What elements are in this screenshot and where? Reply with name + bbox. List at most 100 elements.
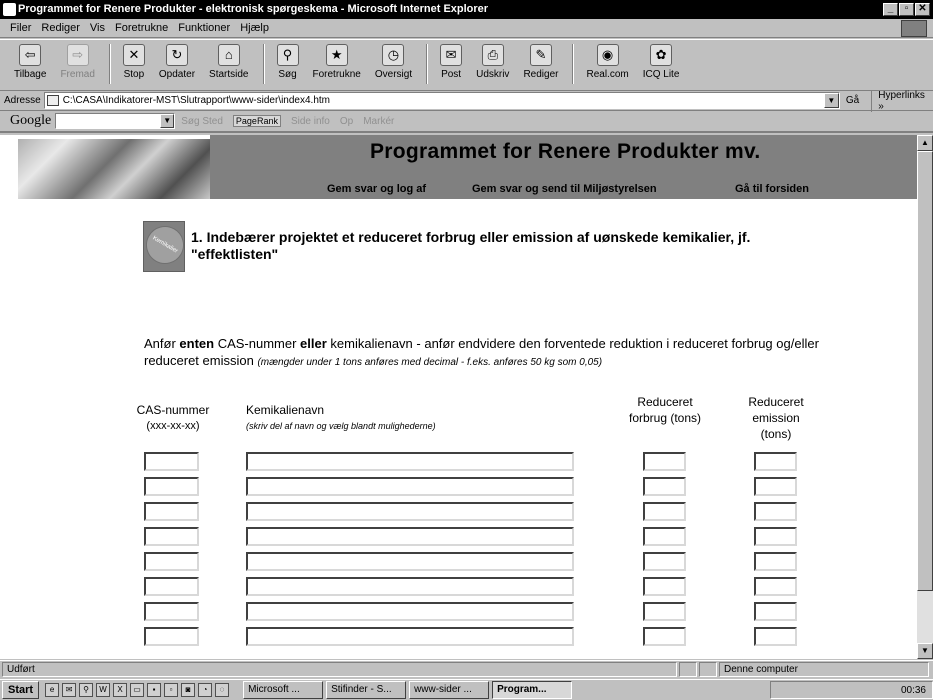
forbrug-input[interactable] xyxy=(643,452,686,471)
emission-input[interactable] xyxy=(754,552,797,571)
address-value: C:\CASA\Indikatorer-MST\Slutrapport\www-… xyxy=(62,95,330,106)
scroll-down-icon[interactable]: ▼ xyxy=(917,643,933,659)
toolbar-stop-button[interactable]: ✕ Stop xyxy=(122,44,145,80)
menu-edit[interactable]: Rediger xyxy=(41,22,80,34)
home-link[interactable]: Gå til forsiden xyxy=(735,183,809,195)
emission-input[interactable] xyxy=(754,452,797,471)
cas-input[interactable] xyxy=(144,477,199,496)
cas-input[interactable] xyxy=(144,527,199,546)
chemical-name-input[interactable] xyxy=(246,602,574,621)
forbrug-input[interactable] xyxy=(643,477,686,496)
google-search-input[interactable]: ▼ xyxy=(55,113,176,129)
emission-input[interactable] xyxy=(754,577,797,596)
quicklaunch-app-icon[interactable]: ◔ xyxy=(198,683,213,697)
forbrug-input[interactable] xyxy=(643,502,686,521)
save-send-link[interactable]: Gem svar og send til Miljøstyrelsen xyxy=(472,183,657,195)
emission-input[interactable] xyxy=(754,502,797,521)
emission-input[interactable] xyxy=(754,602,797,621)
cas-input[interactable] xyxy=(144,577,199,596)
toolbar-mail-button[interactable]: ✉ Post xyxy=(440,44,463,80)
toolbar-search-button[interactable]: ⚲ Søg xyxy=(276,44,299,80)
emission-input[interactable] xyxy=(754,477,797,496)
toolbar-favorites-button[interactable]: ★ Foretrukne xyxy=(313,44,361,80)
address-dropdown-icon[interactable]: ▼ xyxy=(823,93,839,108)
toolbar-history-button[interactable]: ◷ Oversigt xyxy=(375,44,412,80)
quicklaunch-outlook-icon[interactable]: ✉ xyxy=(62,683,77,697)
chemical-name-input[interactable] xyxy=(246,452,574,471)
toolbar-refresh-button[interactable]: ↻ Opdater xyxy=(159,44,195,80)
maximize-button[interactable]: ▫ xyxy=(899,3,914,16)
toolbar-print-button[interactable]: ⎙ Udskriv xyxy=(476,44,509,80)
chemical-name-input[interactable] xyxy=(246,577,574,596)
dropdown-icon[interactable]: ▼ xyxy=(160,114,175,128)
address-input[interactable]: C:\CASA\Indikatorer-MST\Slutrapport\www-… xyxy=(43,92,840,109)
minimize-button[interactable]: _ xyxy=(883,3,898,16)
menu-favorites[interactable]: Foretrukne xyxy=(115,22,168,34)
google-page-info[interactable]: Side info xyxy=(291,116,330,127)
quicklaunch-excel-icon[interactable]: X xyxy=(113,683,128,697)
quicklaunch-word-icon[interactable]: W xyxy=(96,683,111,697)
scroll-up-icon[interactable]: ▲ xyxy=(917,135,933,151)
toolbar-realcom-button[interactable]: ◉ Real.com xyxy=(586,44,629,80)
status-cell xyxy=(679,661,697,677)
ie-icon xyxy=(3,3,16,16)
menu-file[interactable]: Filer xyxy=(10,22,31,34)
close-button[interactable]: ✕ xyxy=(915,3,930,16)
forbrug-input[interactable] xyxy=(643,627,686,646)
page-title: Programmet for Renere Produkter mv. xyxy=(370,140,761,163)
forbrug-input[interactable] xyxy=(643,577,686,596)
forbrug-input[interactable] xyxy=(643,552,686,571)
mail-icon: ✉ xyxy=(440,44,463,66)
quicklaunch-desktop-icon[interactable]: ▭ xyxy=(130,683,145,697)
google-highlight[interactable]: Markér xyxy=(363,116,394,127)
cas-input[interactable] xyxy=(144,552,199,571)
toolbar-icq-button[interactable]: ✿ ICQ Lite xyxy=(643,44,679,80)
menu-view[interactable]: Vis xyxy=(90,22,105,34)
hyperlinks-button[interactable]: Hyperlinks » xyxy=(871,89,933,112)
chemical-name-input[interactable] xyxy=(246,502,574,521)
start-button[interactable]: Start xyxy=(2,681,40,699)
menu-tools[interactable]: Funktioner xyxy=(178,22,230,34)
google-search-site[interactable]: Søg Sted xyxy=(181,116,223,127)
toolbar-back-button[interactable]: ⇦ Tilbage xyxy=(14,44,46,80)
chemical-name-input[interactable] xyxy=(246,477,574,496)
emission-input[interactable] xyxy=(754,627,797,646)
google-up[interactable]: Op xyxy=(340,116,353,127)
chemical-name-input[interactable] xyxy=(246,527,574,546)
toolbar-edit-button[interactable]: ✎ Rediger xyxy=(523,44,558,80)
cas-input[interactable] xyxy=(144,627,199,646)
toolbar-label: Real.com xyxy=(586,69,629,80)
toolbar-label: Rediger xyxy=(523,69,559,80)
security-zone: Denne computer xyxy=(719,661,929,677)
forbrug-input[interactable] xyxy=(643,527,686,546)
cas-input[interactable] xyxy=(144,452,199,471)
task-word[interactable]: Microsoft ... xyxy=(243,681,324,699)
cas-input[interactable] xyxy=(144,502,199,521)
google-pagerank[interactable]: PageRank xyxy=(232,115,281,127)
scroll-thumb[interactable] xyxy=(917,151,933,591)
chemical-name-input[interactable] xyxy=(246,552,574,571)
quicklaunch-app-icon[interactable]: ▪ xyxy=(147,683,162,697)
quicklaunch-ie-icon[interactable]: e xyxy=(45,683,60,697)
emission-input[interactable] xyxy=(754,527,797,546)
chemical-name-input[interactable] xyxy=(246,627,574,646)
cas-input[interactable] xyxy=(144,602,199,621)
task-folder[interactable]: www-sider ... xyxy=(409,681,490,699)
menu-help[interactable]: Hjælp xyxy=(240,22,269,34)
google-logo[interactable]: Google xyxy=(10,113,51,129)
save-logout-link[interactable]: Gem svar og log af xyxy=(327,183,426,195)
realcom-icon: ◉ xyxy=(596,44,619,66)
vertical-scrollbar[interactable]: ▲ ▼ xyxy=(917,135,933,659)
quicklaunch-app-icon[interactable]: ▫ xyxy=(164,683,179,697)
toolbar-forward-button[interactable]: ⇨ Fremad xyxy=(60,44,95,80)
task-explorer[interactable]: Stifinder - S... xyxy=(326,681,407,699)
task-browser[interactable]: Program... xyxy=(492,681,573,699)
go-button[interactable]: Gå xyxy=(846,95,859,106)
quicklaunch-search-icon[interactable]: ⚲ xyxy=(79,683,94,697)
toolbar-separator xyxy=(426,44,429,84)
history-icon: ◷ xyxy=(382,44,405,66)
quicklaunch-app-icon[interactable]: ◙ xyxy=(181,683,196,697)
forbrug-input[interactable] xyxy=(643,602,686,621)
toolbar-home-button[interactable]: ⌂ Startside xyxy=(209,44,249,80)
quicklaunch-app-icon[interactable]: ◌ xyxy=(215,683,230,697)
